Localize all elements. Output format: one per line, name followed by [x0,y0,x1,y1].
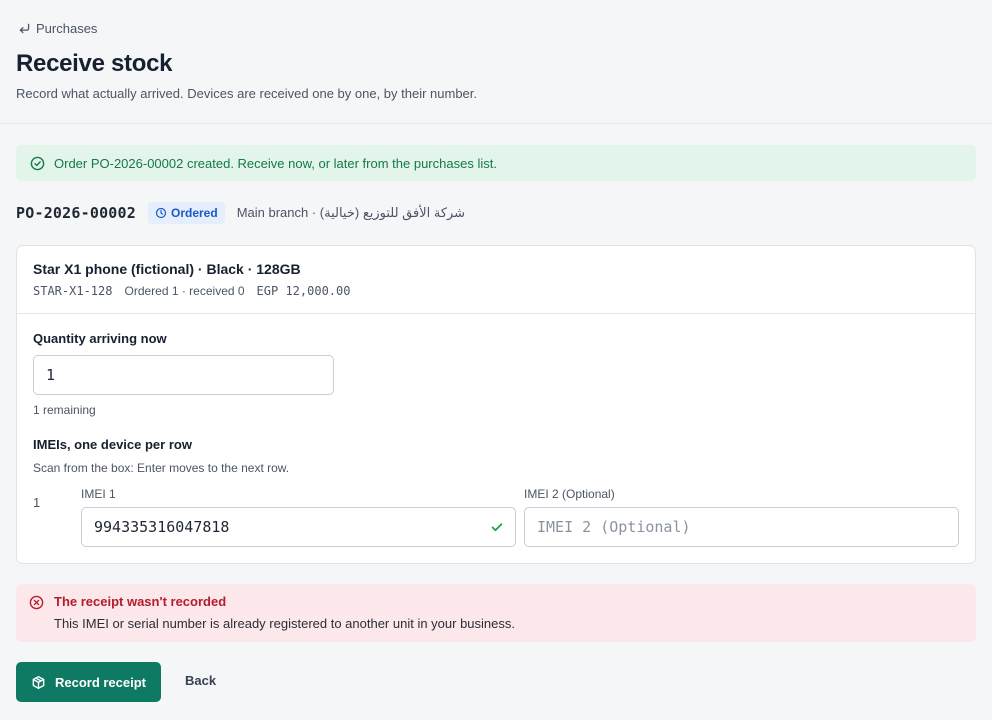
x-circle-icon [29,595,44,610]
receive-line-card: Star X1 phone (fictional) · Black · 128G… [16,245,976,564]
error-message: This IMEI or serial number is already re… [54,616,515,631]
product-sku: STAR-X1-128 [33,284,113,298]
product-meta: STAR-X1-128 Ordered 1 · received 0 EGP 1… [33,284,350,298]
breadcrumb-back-link[interactable]: Purchases [18,21,97,36]
product-price: EGP 12,000.00 [256,284,351,298]
page-subtitle: Record what actually arrived. Devices ar… [16,86,478,101]
page-header: Purchases Receive stock Record what actu… [0,0,992,124]
imei1-label: IMEI 1 [81,487,116,501]
remaining-hint: 1 remaining [33,403,96,417]
page-title: Receive stock [16,50,173,77]
status-badge-label: Ordered [171,206,218,220]
imeis-label: IMEIs, one device per row [33,437,192,452]
return-arrow-icon [19,23,30,34]
product-name: Star X1 phone (fictional) · Black · 128G… [33,261,301,277]
valid-check-icon [491,523,503,532]
supplier-branch: شركة الأفق للتوزيع (خيالية) · Main branc… [236,205,466,220]
error-title: The receipt wasn't recorded [54,594,227,609]
ordered-received: Ordered 1 · received 0 [124,284,245,298]
breadcrumb-label: Purchases [36,21,98,36]
record-receipt-button[interactable]: Record receipt [16,662,161,702]
order-summary: PO-2026-00002 Ordered شركة الأفق للتوزيع… [16,200,465,226]
quantity-input[interactable]: 1 [33,355,334,395]
imei1-input[interactable]: 994335316047818 [81,507,516,547]
success-banner: Order PO-2026-00002 created. Receive now… [16,145,976,181]
imei2-input[interactable]: IMEI 2 (Optional) [524,507,959,547]
imei-row-number: 1 [33,495,41,510]
record-receipt-label: Record receipt [54,674,147,690]
imei1-value: 994335316047818 [94,518,230,536]
clock-icon [155,207,167,219]
quantity-label: Quantity arriving now [33,331,167,346]
imei2-label: IMEI 2 (Optional) [524,487,615,501]
imeis-hint: Scan from the box: Enter moves to the ne… [33,461,290,475]
package-icon [32,675,45,689]
check-circle-icon [30,156,45,170]
back-button[interactable]: Back [185,673,216,688]
error-banner: The receipt wasn't recorded This IMEI or… [16,584,976,642]
product-header: Star X1 phone (fictional) · Black · 128G… [17,246,975,314]
success-banner-text: Order PO-2026-00002 created. Receive now… [54,155,497,171]
status-badge: Ordered [148,202,225,224]
order-number: PO-2026-00002 [16,204,136,222]
